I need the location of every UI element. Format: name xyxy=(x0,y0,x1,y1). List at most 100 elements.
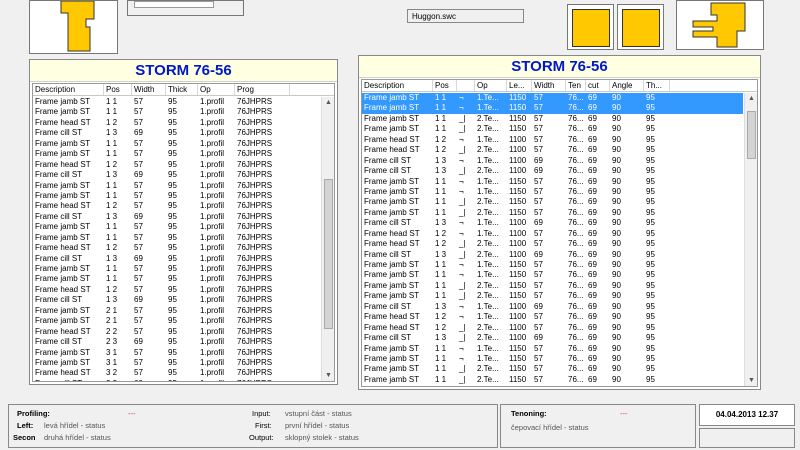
list-cell: 2.Te... xyxy=(477,374,499,384)
col-header-description[interactable]: Description xyxy=(33,84,104,95)
profiling-list[interactable]: Description Pos Width Thick Op Prog Fram… xyxy=(32,83,335,382)
scroll-thumb[interactable] xyxy=(747,111,756,159)
list-item[interactable]: Frame cill ST 1 3 69 95 1.profil 76JHPRS xyxy=(33,212,320,222)
scroll-thumb[interactable] xyxy=(324,179,333,329)
list-item[interactable]: Frame head ST 1 2 ¬ 1.Te... 1100 57 76... 69 90 9… xyxy=(362,135,743,145)
col-header-prog[interactable]: Prog xyxy=(235,84,290,95)
list-item[interactable]: Frame jamb ST 2 1 57 95 1.profil 76JHPRS xyxy=(33,316,320,326)
col-header-op[interactable]: Op xyxy=(475,80,507,91)
list-item[interactable]: Frame cill ST 1 3 ¬ 1.Te... 1100 69 76... 69 90 9… xyxy=(362,218,743,228)
tenoning-status-text: čepovací hřídel - status xyxy=(511,423,589,432)
list-item[interactable]: Frame jamb ST 1 1 _| 2.Te... 1150 57 76... 69 90… xyxy=(362,291,743,301)
list-item[interactable]: Frame cill ST 1 3 69 95 1.profil 76JHPRS xyxy=(33,295,320,305)
list-item[interactable]: Frame head ST 3 2 57 95 1.profil 76JHPRS xyxy=(33,368,320,378)
tenoning-scrollbar[interactable]: ▲ ▼ xyxy=(744,93,757,386)
list-cell: 69 xyxy=(588,93,597,102)
list-item[interactable]: Frame jamb ST 1 1 57 95 1.profil 76JHPRS xyxy=(33,181,320,191)
tenoning-list[interactable]: Description Pos Op Le... Width Ten cut A… xyxy=(361,79,758,387)
top-field-input[interactable] xyxy=(134,1,214,8)
list-item[interactable]: Frame jamb ST 3 1 57 95 1.profil 76JHPRS xyxy=(33,358,320,368)
list-cell: 90 xyxy=(612,134,621,144)
list-item[interactable]: Frame jamb ST 1 1 ¬ 1.Te... 1150 57 76... 69 90 9… xyxy=(362,177,743,187)
list-item[interactable]: Frame jamb ST 1 1 _| 2.Te... 1150 57 76... 69 90… xyxy=(362,375,743,385)
col-header-length[interactable]: Le... xyxy=(507,80,532,91)
scroll-up-icon[interactable]: ▲ xyxy=(745,93,757,104)
col-header-thick[interactable]: Th... xyxy=(644,80,670,91)
list-item[interactable]: Frame cill ST 1 3 _| 2.Te... 1100 69 76... 69 90… xyxy=(362,166,743,176)
list-cell: 76... xyxy=(568,312,584,322)
list-cell: 76JHPRS xyxy=(237,232,273,242)
list-item[interactable]: Frame jamb ST 1 1 ¬ 1.Te... 1150 57 76... 69 90 9… xyxy=(362,270,743,280)
list-item[interactable]: Frame jamb ST 1 1 57 95 1.profil 76JHPRS xyxy=(33,97,320,107)
list-item[interactable]: Frame head ST 1 2 57 95 1.profil 76JHPRS xyxy=(33,118,320,128)
list-item[interactable]: Frame jamb ST 2 1 57 95 1.profil 76JHPRS xyxy=(33,306,320,316)
list-item[interactable]: Frame jamb ST 1 1 ¬ 1.Te... 1150 57 76... 69 90 9… xyxy=(362,103,743,114)
col-header-width[interactable]: Width xyxy=(532,80,566,91)
scroll-up-icon[interactable]: ▲ xyxy=(322,97,334,108)
col-header-pos[interactable]: Pos xyxy=(433,80,457,91)
list-item[interactable]: Frame jamb ST 1 1 ¬ 1.Te... 1150 57 76... 69 90 9… xyxy=(362,93,743,104)
list-item[interactable]: Frame jamb ST 1 1 57 95 1.profil 76JHPRS xyxy=(33,139,320,149)
list-item[interactable]: Frame jamb ST 1 1 _| 2.Te... 1150 57 76... 69 90… xyxy=(362,197,743,207)
list-item[interactable]: Frame jamb ST 1 1 ¬ 1.Te... 1150 57 76... 69 90 9… xyxy=(362,260,743,270)
list-item[interactable]: Frame cill ST 1 3 69 95 1.profil 76JHPRS xyxy=(33,170,320,180)
scroll-down-icon[interactable]: ▼ xyxy=(745,375,757,386)
list-item[interactable]: Frame jamb ST 1 1 57 95 1.profil 76JHPRS xyxy=(33,233,320,243)
list-item[interactable]: Frame jamb ST 1 1 57 95 1.profil 76JHPRS xyxy=(33,149,320,159)
list-item[interactable]: Frame jamb ST 1 1 ¬ 1.Te... 1150 57 76... 69 90 9… xyxy=(362,187,743,197)
profile-button-1[interactable] xyxy=(567,4,614,50)
list-item[interactable]: Frame head ST 1 2 _| 2.Te... 1100 57 76... 69 90… xyxy=(362,145,743,155)
list-cell: 57 xyxy=(134,117,143,127)
list-item[interactable]: Frame jamb ST 1 1 57 95 1.profil 76JHPRS xyxy=(33,191,320,201)
col-header-width[interactable]: Width xyxy=(132,84,166,95)
list-item[interactable]: Frame head ST 1 2 ¬ 1.Te... 1100 57 76... 69 90 9… xyxy=(362,312,743,322)
list-cell: 90 xyxy=(612,343,621,353)
list-item[interactable]: Frame jamb ST 1 1 _| 2.Te... 1150 57 76... 69 90… xyxy=(362,114,743,124)
list-item[interactable]: Frame cill ST 1 3 _| 2.Te... 1100 69 76... 69 90… xyxy=(362,250,743,260)
list-item[interactable]: Frame jamb ST 1 1 57 95 1.profil 76JHPRS xyxy=(33,274,320,284)
list-item[interactable]: Frame head ST 1 2 57 95 1.profil 76JHPRS xyxy=(33,201,320,211)
list-cell: 57 xyxy=(134,243,143,253)
list-item[interactable]: Frame jamb ST 1 1 _| 2.Te... 1150 57 76... 69 90… xyxy=(362,208,743,218)
list-item[interactable]: Frame jamb ST 1 1 57 95 1.profil 76JHPRS xyxy=(33,222,320,232)
list-item[interactable]: Frame jamb ST 3 1 57 95 1.profil 76JHPRS xyxy=(33,348,320,358)
profile-preview-right[interactable] xyxy=(676,0,764,50)
list-item[interactable]: Frame head ST 2 2 57 95 1.profil 76JHPRS xyxy=(33,327,320,337)
list-item[interactable]: Frame cill ST 2 3 69 95 1.profil 76JHPRS xyxy=(33,337,320,347)
list-item[interactable]: Frame cill ST 1 3 _| 2.Te... 1100 69 76... 69 90… xyxy=(362,333,743,343)
list-item[interactable]: Frame cill ST 1 3 69 95 1.profil 76JHPRS xyxy=(33,254,320,264)
col-header-angle[interactable]: Angle xyxy=(610,80,644,91)
list-cell: Frame cill ST xyxy=(35,337,83,347)
col-header-ten[interactable]: Ten xyxy=(566,80,586,91)
col-header-description[interactable]: Description xyxy=(362,80,433,91)
list-item[interactable]: Frame head ST 1 2 57 95 1.profil 76JHPRS xyxy=(33,160,320,170)
list-item[interactable]: Frame jamb ST 1 1 ¬ 1.Te... 1150 57 76... 69 90 9… xyxy=(362,344,743,354)
list-cell: 76... xyxy=(568,249,584,259)
scroll-down-icon[interactable]: ▼ xyxy=(322,370,334,381)
col-header-op[interactable]: Op xyxy=(198,84,235,95)
profile-preview-left[interactable] xyxy=(29,0,118,54)
list-item[interactable]: Frame jamb ST 1 1 ¬ 1.Te... 1150 57 76... 69 90 9… xyxy=(362,354,743,364)
list-item[interactable]: Frame head ST 1 2 _| 2.Te... 1100 57 76... 69 90… xyxy=(362,239,743,249)
list-item[interactable]: Frame jamb ST 1 1 57 95 1.profil 76JHPRS xyxy=(33,107,320,117)
col-header-symbol[interactable] xyxy=(457,80,475,91)
list-item[interactable]: Frame head ST 1 2 57 95 1.profil 76JHPRS xyxy=(33,243,320,253)
list-item[interactable]: Frame head ST 1 2 57 95 1.profil 76JHPRS xyxy=(33,285,320,295)
list-item[interactable]: Frame cill ST 1 3 ¬ 1.Te... 1100 69 76... 69 90 9… xyxy=(362,302,743,312)
list-item[interactable]: Frame cill ST3 369951.profil76JHPRS xyxy=(33,379,320,381)
list-item[interactable]: Frame jamb ST 1 1 _| 2.Te... 1150 57 76... 69 90… xyxy=(362,124,743,134)
col-header-pos[interactable]: Pos xyxy=(104,84,132,95)
list-item[interactable]: Frame cill ST 1 3 69 95 1.profil 76JHPRS xyxy=(33,128,320,138)
profile-button-2[interactable] xyxy=(617,4,664,50)
col-header-thick[interactable]: Thick xyxy=(166,84,198,95)
list-cell: 76... xyxy=(568,301,584,311)
list-item[interactable]: Frame jamb ST 1 1 57 95 1.profil 76JHPRS xyxy=(33,264,320,274)
list-cell: 69 xyxy=(588,218,597,228)
col-header-cut[interactable]: cut xyxy=(586,80,610,91)
list-item[interactable]: Frame head ST 1 2 ¬ 1.Te... 1100 57 76... 69 90 9… xyxy=(362,229,743,239)
list-item[interactable]: Frame jamb ST 1 1 _| 2.Te... 1150 57 76... 69 90… xyxy=(362,281,743,291)
list-item[interactable]: Frame cill ST 1 3 ¬ 1.Te... 1100 69 76... 69 90 9… xyxy=(362,156,743,166)
list-item[interactable]: Frame jamb ST 1 1 _| 2.Te... 1150 57 76... 69 90… xyxy=(362,364,743,374)
profiling-scrollbar[interactable]: ▲ ▼ xyxy=(321,97,334,381)
list-item[interactable]: Frame head ST 1 2 _| 2.Te... 1100 57 76... 69 90… xyxy=(362,323,743,333)
